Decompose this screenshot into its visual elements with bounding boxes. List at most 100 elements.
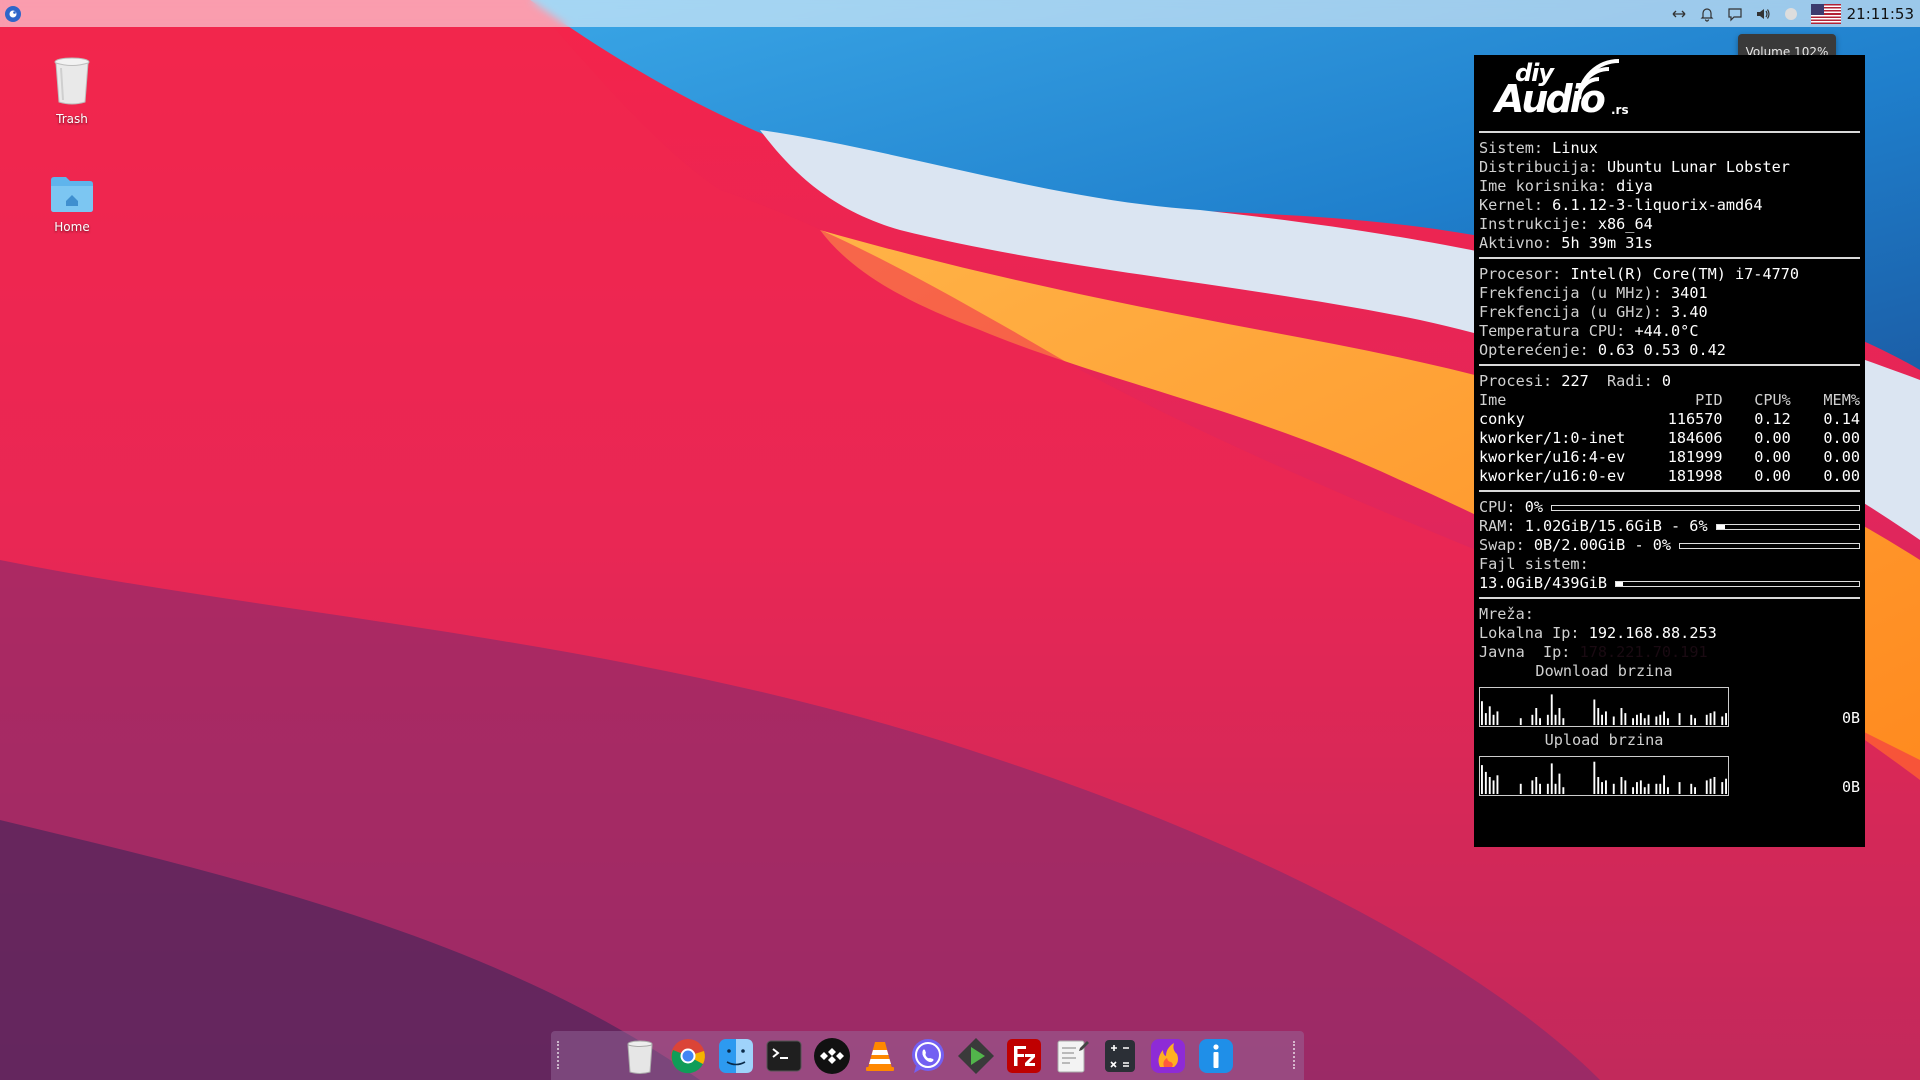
separator (1479, 597, 1860, 599)
graph-spike (1492, 780, 1495, 794)
graph-spike (1725, 713, 1727, 725)
graph-spike (1531, 780, 1534, 794)
graph-spike (1659, 714, 1662, 725)
upload-graph-row: 0B (1479, 752, 1860, 796)
app-launcher-icon[interactable] (5, 5, 21, 22)
volume-icon[interactable] (1755, 6, 1771, 22)
dock-item-tidal[interactable] (812, 1036, 852, 1076)
graph-spike (1690, 714, 1693, 725)
desktop: 21:11:53 Volume 102% Trash Home diy Audi… (0, 0, 1920, 1080)
dock-item-finder[interactable] (716, 1036, 756, 1076)
graph-spike (1678, 782, 1681, 794)
graph-spike (1694, 787, 1696, 794)
top-panel: 21:11:53 (0, 0, 1920, 27)
network-icon[interactable] (1671, 6, 1687, 22)
graph-spike (1632, 718, 1634, 725)
cpu-info-section: Procesor: Intel(R) Core(TM) i7-4770 Frek… (1479, 265, 1860, 360)
graph-spike (1620, 708, 1623, 725)
dock-item-media-player[interactable] (956, 1036, 996, 1076)
process-row: kworker/u16:4-ev 181999 0.00 0.00 (1479, 448, 1860, 466)
process-row: kworker/u16:0-ev 181998 0.00 0.00 (1479, 467, 1860, 485)
separator (1479, 257, 1860, 259)
upload-title: Upload brzina (1544, 731, 1664, 749)
graph-spike (1539, 718, 1541, 725)
graph-spike (1605, 711, 1607, 725)
network-title: Mreža: (1479, 605, 1534, 623)
dock-item-trash[interactable] (620, 1036, 660, 1076)
freq-mhz-line: Frekfencija (u MHz): 3401 (1479, 284, 1708, 302)
desktop-icon-trash[interactable]: Trash (27, 50, 117, 126)
graph-spike (1639, 713, 1642, 725)
filezilla-icon (1006, 1038, 1041, 1073)
graph-spike (1655, 783, 1658, 794)
graph-spike (1562, 718, 1565, 725)
graph-spike (1605, 780, 1607, 794)
graph-spike (1694, 718, 1696, 725)
kernel-line: Kernel: 6.1.12-3-liquorix-amd64 (1479, 196, 1763, 214)
graph-spike (1678, 713, 1681, 725)
local-ip-line: Lokalna Ip: 192.168.88.253 (1479, 624, 1717, 642)
graph-spike (1725, 778, 1727, 794)
graph-spike (1496, 711, 1499, 725)
dock-item-calculator[interactable] (1100, 1036, 1140, 1076)
process-summary: Procesi: 227 Radi: 0 (1479, 372, 1672, 390)
night-mode-icon[interactable] (1783, 6, 1799, 22)
dock-right-handle[interactable] (1293, 1041, 1298, 1069)
terminal-icon (766, 1040, 801, 1071)
dock-item-text-editor[interactable] (1052, 1036, 1092, 1076)
text-editor-icon (1057, 1040, 1089, 1072)
graph-spike (1488, 777, 1491, 794)
trash-icon (48, 50, 96, 106)
graph-spike (1667, 787, 1669, 794)
dock-item-vlc[interactable] (860, 1036, 900, 1076)
graph-spike (1601, 714, 1603, 725)
graph-spike (1721, 782, 1724, 794)
graph-spike (1546, 714, 1549, 725)
separator (1479, 364, 1860, 366)
graph-spike (1554, 783, 1557, 794)
graph-spike (1519, 718, 1522, 725)
ram-usage-bar (1715, 523, 1860, 530)
finder-icon (718, 1038, 753, 1073)
graph-spike (1484, 713, 1487, 725)
dock-item-filezilla[interactable] (1004, 1036, 1044, 1076)
chat-icon[interactable] (1727, 6, 1743, 22)
graph-spike (1546, 783, 1549, 794)
load-average-line: Opterećenje: 0.63 0.53 0.42 (1479, 341, 1726, 359)
distribution-line: Distribucija: Ubuntu Lunar Lobster (1479, 158, 1790, 176)
dock-item-info[interactable] (1196, 1036, 1236, 1076)
download-speed: 0B (1841, 709, 1860, 727)
graph-spike (1550, 763, 1553, 794)
graph-spike (1612, 783, 1615, 794)
graph-spike (1709, 713, 1712, 725)
desktop-icon-home[interactable]: Home (27, 158, 117, 234)
system-info-section: Sistem: Linux Distribucija: Ubuntu Lunar… (1479, 139, 1860, 253)
swap-usage-line: Swap: 0B/2.00GiB - 0% (1479, 536, 1860, 555)
freq-ghz-line: Frekfencija (u GHz): 3.40 (1479, 303, 1708, 321)
download-graph-row: 0B (1479, 683, 1860, 727)
graph-spike (1632, 787, 1634, 794)
dock-item-viber[interactable] (908, 1036, 948, 1076)
dock-item-chrome[interactable] (668, 1036, 708, 1076)
dock (551, 1031, 1304, 1080)
graph-spike (1643, 787, 1646, 794)
notification-bell-icon[interactable] (1699, 6, 1715, 22)
graph-spike (1492, 714, 1495, 725)
graph-spike (1705, 780, 1708, 794)
graph-spike (1496, 775, 1499, 794)
us-flag-icon[interactable] (1810, 3, 1841, 24)
dock-item-terminal[interactable] (764, 1036, 804, 1076)
graph-spike (1655, 716, 1658, 725)
swap-usage-bar (1679, 542, 1860, 549)
viber-icon (911, 1038, 944, 1073)
dock-item-flame[interactable] (1148, 1036, 1188, 1076)
cpu-usage-line: CPU: 0% (1479, 498, 1860, 517)
arch-line: Instrukcije: x86_64 (1479, 215, 1653, 233)
chrome-icon (670, 1038, 705, 1073)
filesystem-label: Fajl sistem: (1479, 555, 1589, 573)
graph-spike (1667, 718, 1669, 725)
cpu-usage-bar (1551, 504, 1860, 511)
uptime-line: Aktivno: 5h 39m 31s (1479, 234, 1653, 252)
clock[interactable]: 21:11:53 (1847, 5, 1914, 23)
dock-left-handle[interactable] (557, 1041, 562, 1069)
